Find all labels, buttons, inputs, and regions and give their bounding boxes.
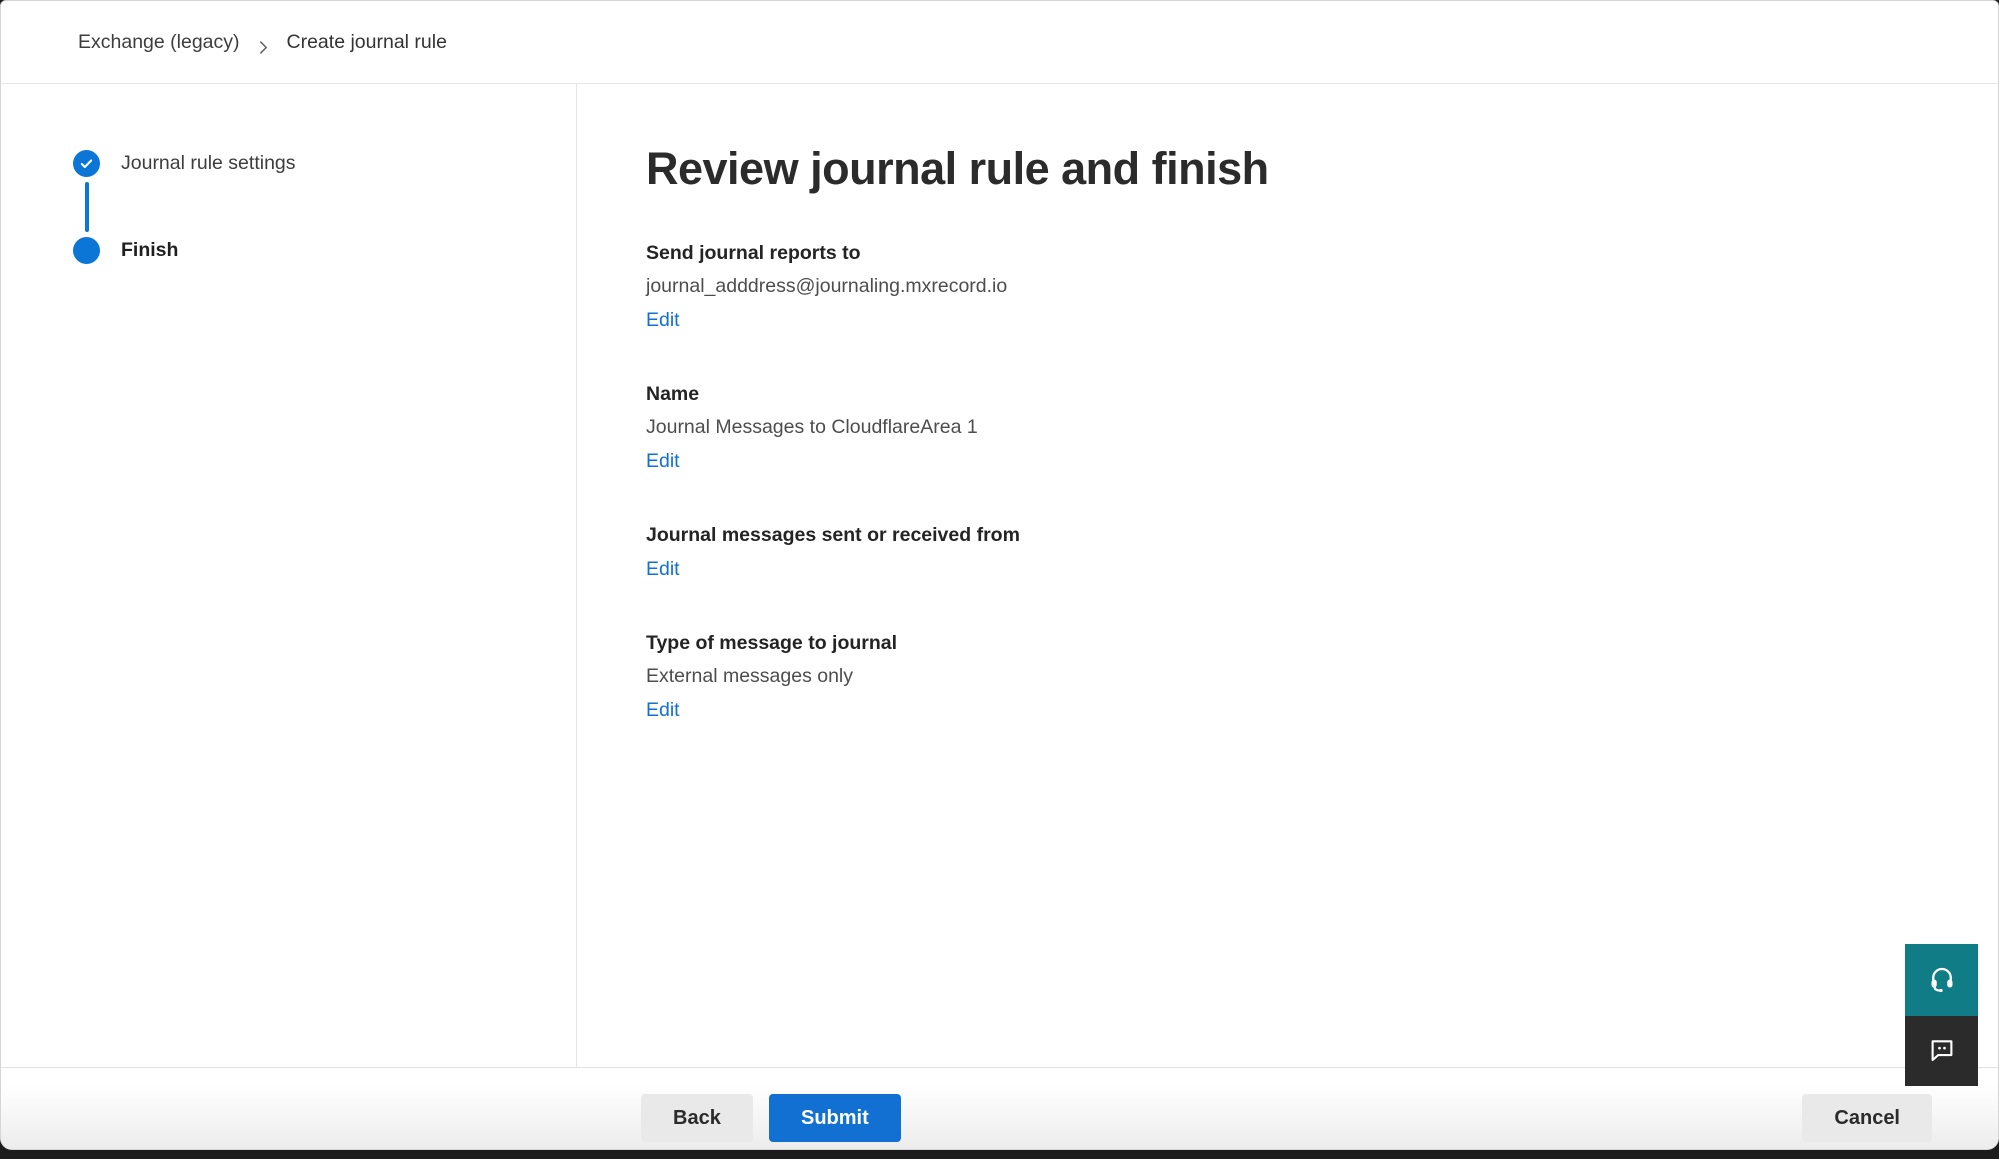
feedback-button[interactable]: [1905, 1016, 1978, 1086]
app-window: Exchange (legacy) Create journal rule Jo…: [0, 0, 1999, 1150]
footer-action-bar: Back Submit Cancel: [1, 1067, 1998, 1150]
page-title: Review journal rule and finish: [646, 141, 1998, 197]
section-journal-messages-sent-or-received: Journal messages sent or received from E…: [646, 522, 1998, 583]
headset-icon: [1927, 964, 1957, 997]
chevron-right-icon: [257, 37, 270, 50]
step-current-dot-icon: [73, 237, 100, 264]
help-button[interactable]: [1905, 944, 1978, 1016]
edit-name-link[interactable]: Edit: [646, 448, 680, 475]
wizard-step-finish[interactable]: Finish: [73, 237, 576, 264]
back-button[interactable]: Back: [641, 1094, 753, 1142]
cancel-button[interactable]: Cancel: [1802, 1094, 1932, 1142]
feedback-icon: [1927, 1035, 1957, 1068]
wizard-steps-panel: Journal rule settings Finish: [1, 84, 577, 1067]
section-type-of-message: Type of message to journal External mess…: [646, 630, 1998, 724]
step-label-journal-rule-settings: Journal rule settings: [121, 152, 296, 175]
section-label: Name: [646, 381, 1998, 408]
rule-name-value: Journal Messages to CloudflareArea 1: [646, 414, 1998, 441]
section-label: Journal messages sent or received from: [646, 522, 1998, 549]
breadcrumb: Exchange (legacy) Create journal rule: [78, 31, 447, 54]
edit-message-type-link[interactable]: Edit: [646, 697, 680, 724]
wizard-step-journal-rule-settings[interactable]: Journal rule settings: [73, 150, 576, 177]
submit-button[interactable]: Submit: [769, 1094, 901, 1142]
section-name: Name Journal Messages to CloudflareArea …: [646, 381, 1998, 475]
section-send-journal-reports-to: Send journal reports to journal_adddress…: [646, 240, 1998, 334]
step-label-finish: Finish: [121, 239, 178, 262]
edit-journal-messages-link[interactable]: Edit: [646, 556, 680, 583]
edit-send-journal-reports-link[interactable]: Edit: [646, 307, 680, 334]
breadcrumb-create-journal-rule: Create journal rule: [287, 31, 447, 54]
review-panel: Review journal rule and finish Send jour…: [577, 84, 1998, 1067]
journal-report-address-value: journal_adddress@journaling.mxrecord.io: [646, 273, 1998, 300]
message-type-value: External messages only: [646, 663, 1998, 690]
section-label: Type of message to journal: [646, 630, 1998, 657]
breadcrumb-exchange-legacy[interactable]: Exchange (legacy): [78, 31, 240, 54]
review-sections: Send journal reports to journal_adddress…: [646, 240, 1998, 724]
step-completed-check-icon: [73, 150, 100, 177]
section-label: Send journal reports to: [646, 240, 1998, 267]
step-connector-line: [85, 182, 89, 232]
header-bar: Exchange (legacy) Create journal rule: [1, 1, 1998, 84]
